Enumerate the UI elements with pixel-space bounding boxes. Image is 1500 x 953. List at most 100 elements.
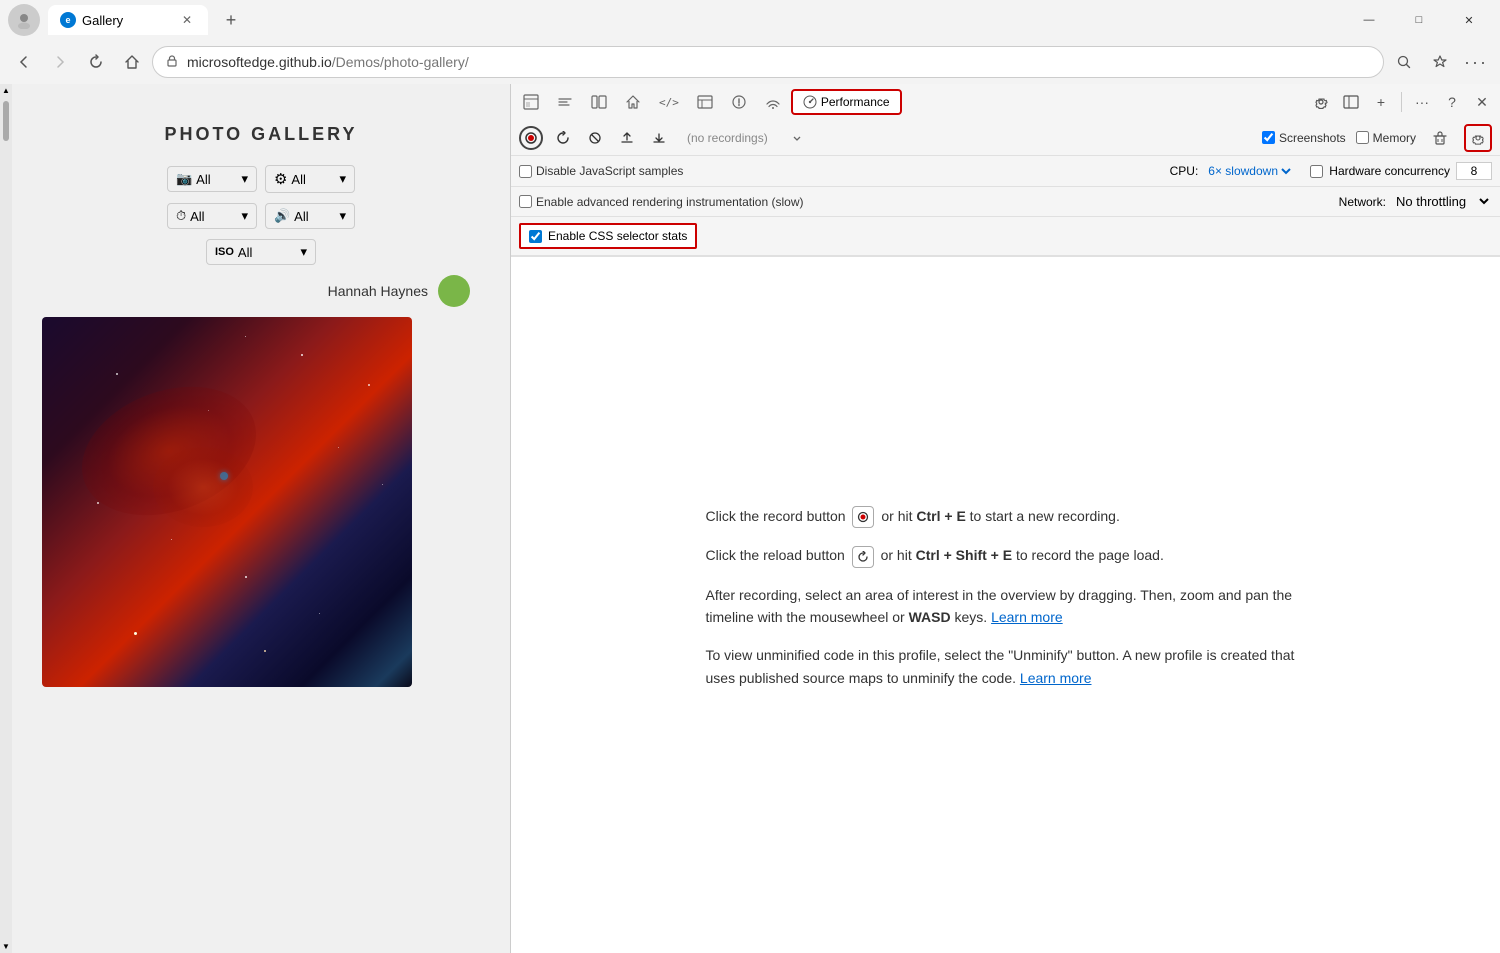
tab-strip: e Gallery ✕ + <box>48 5 1338 35</box>
memory-checkbox-label[interactable]: Memory <box>1356 131 1416 145</box>
garbage-collect-button[interactable] <box>1426 124 1454 152</box>
css-selector-stats-checkbox[interactable] <box>529 230 542 243</box>
tab-sources[interactable]: </> <box>651 92 687 113</box>
tab-network[interactable] <box>689 90 721 114</box>
tab-dock[interactable] <box>1337 88 1365 116</box>
devtools-toolbar: </> Performance <box>511 84 1500 257</box>
search-button[interactable] <box>1388 46 1420 78</box>
filter-audio[interactable]: 🔊 All ▾ <box>265 203 355 229</box>
memory-checkbox[interactable] <box>1356 131 1369 144</box>
learn-more-link-2[interactable]: Learn more <box>1020 670 1092 686</box>
home-button[interactable] <box>116 46 148 78</box>
hardware-concurrency-checkbox[interactable] <box>1310 165 1323 178</box>
filter-time[interactable]: ⏱ All ▾ <box>167 203 257 229</box>
tab-performance[interactable]: Performance <box>791 89 902 115</box>
disable-js-samples-checkbox[interactable] <box>519 165 532 178</box>
performance-controls: (no recordings) Screenshots Memory <box>511 120 1500 156</box>
tab-more-tools[interactable]: ··· <box>1408 88 1436 116</box>
tab-favicon: e <box>60 12 76 28</box>
css-selector-stats-item[interactable]: Enable CSS selector stats <box>519 223 697 249</box>
filter-camera[interactable]: 📷 All ▾ <box>167 166 257 192</box>
disable-js-samples-item[interactable]: Disable JavaScript samples <box>519 164 683 178</box>
css-selector-stats-label: Enable CSS selector stats <box>548 229 687 243</box>
photo-image <box>42 317 412 687</box>
screenshots-checkbox[interactable] <box>1262 131 1275 144</box>
instruction-line4: To view unminified code in this profile,… <box>706 644 1306 689</box>
url-path: /Demos/photo-gallery/ <box>332 54 469 70</box>
filter-iso[interactable]: ISO All ▾ <box>206 239 316 265</box>
learn-more-link-1[interactable]: Learn more <box>991 609 1063 625</box>
performance-settings-row3: Enable CSS selector stats <box>511 217 1500 256</box>
more-button[interactable]: ··· <box>1460 46 1492 78</box>
nav-right-buttons: ··· <box>1388 46 1492 78</box>
reload-record-button[interactable] <box>551 126 575 150</box>
close-button[interactable]: ✕ <box>1446 4 1492 36</box>
filter-row-3: ISO All ▾ <box>32 239 490 265</box>
cpu-control: CPU: 6× slowdown 4× slowdown No throttli… <box>1170 163 1295 179</box>
filter-time-arrow: ▾ <box>241 208 248 224</box>
tab-console[interactable] <box>549 90 581 114</box>
favorites-button[interactable] <box>1424 46 1456 78</box>
memory-label: Memory <box>1373 131 1416 145</box>
tab-close-button[interactable]: ✕ <box>178 11 196 29</box>
filter-row-1: 📷 All ▾ ⚙ All ▾ <box>32 165 490 193</box>
screenshots-checkbox-label[interactable]: Screenshots <box>1262 131 1346 145</box>
minimize-button[interactable]: — <box>1346 4 1392 36</box>
hardware-concurrency-item[interactable]: Hardware concurrency <box>1310 162 1492 180</box>
filter-iso-value: All <box>238 245 252 260</box>
tab-settings[interactable] <box>1307 88 1335 116</box>
devtools-tab-bar: </> Performance <box>511 84 1500 120</box>
record-icon-inline <box>852 506 874 528</box>
back-button[interactable] <box>8 46 40 78</box>
tab-home[interactable] <box>617 90 649 114</box>
maximize-button[interactable]: □ <box>1396 4 1442 36</box>
scroll-down-arrow[interactable]: ▼ <box>0 940 12 953</box>
network-select[interactable]: No throttling Fast 3G Slow 3G Offline <box>1392 193 1492 210</box>
clear-recording-button[interactable] <box>583 126 607 150</box>
refresh-button[interactable] <box>80 46 112 78</box>
tab-customize[interactable]: + <box>1367 88 1395 116</box>
page-content: PHOTO GALLERY 📷 All ▾ ⚙ All ▾ <box>12 84 510 953</box>
enable-rendering-item[interactable]: Enable advanced rendering instrumentatio… <box>519 195 804 209</box>
tab-help[interactable]: ? <box>1438 88 1466 116</box>
instruction-line2: Click the reload button or hit Ctrl + Sh… <box>706 544 1306 567</box>
tab-wireless[interactable] <box>757 90 789 114</box>
user-avatar-icon[interactable] <box>8 4 40 36</box>
camera-icon: 📷 <box>176 171 192 187</box>
settings-gear-button[interactable] <box>1464 124 1492 152</box>
ctrl-e-shortcut: Ctrl + E <box>916 508 965 524</box>
scroll-thumb[interactable] <box>3 101 9 141</box>
tab-sidebar[interactable] <box>583 90 615 114</box>
filter-settings[interactable]: ⚙ All ▾ <box>265 165 355 193</box>
main-content: ▲ ▼ PHOTO GALLERY 📷 All ▾ ⚙ <box>0 84 1500 953</box>
page-vertical-scrollbar[interactable]: ▲ ▼ <box>0 84 12 953</box>
scroll-up-arrow[interactable]: ▲ <box>0 84 12 97</box>
filter-camera-value: All <box>196 172 210 187</box>
hardware-concurrency-input[interactable] <box>1456 162 1492 180</box>
tab-issues[interactable] <box>723 90 755 114</box>
instruction-line3: After recording, select an area of inter… <box>706 584 1306 629</box>
audio-icon: 🔊 <box>274 208 290 224</box>
tab-separator <box>1401 92 1402 112</box>
lock-icon <box>165 54 179 71</box>
download-recording-button[interactable] <box>647 126 671 150</box>
tab-label: Gallery <box>82 13 123 28</box>
new-tab-button[interactable]: + <box>216 5 246 35</box>
url-domain: microsoftedge.github.io <box>187 54 332 70</box>
tab-close-devtools[interactable]: ✕ <box>1468 88 1496 116</box>
time-icon: ⏱ <box>176 208 186 224</box>
network-control: Network: No throttling Fast 3G Slow 3G O… <box>1339 193 1492 210</box>
active-tab[interactable]: e Gallery ✕ <box>48 5 208 35</box>
ctrl-shift-e-shortcut: Ctrl + Shift + E <box>916 547 1012 563</box>
address-bar[interactable]: microsoftedge.github.io/Demos/photo-gall… <box>152 46 1384 78</box>
enable-rendering-checkbox[interactable] <box>519 195 532 208</box>
filter-audio-arrow: ▾ <box>339 208 346 224</box>
page-title: PHOTO GALLERY <box>32 124 490 145</box>
cpu-select[interactable]: 6× slowdown 4× slowdown No throttling <box>1204 163 1294 179</box>
filter-audio-value: All <box>294 209 308 224</box>
forward-button[interactable] <box>44 46 76 78</box>
upload-recording-button[interactable] <box>615 126 639 150</box>
record-button[interactable] <box>519 126 543 150</box>
window-controls: — □ ✕ <box>1346 4 1492 36</box>
tab-elements[interactable] <box>515 90 547 114</box>
